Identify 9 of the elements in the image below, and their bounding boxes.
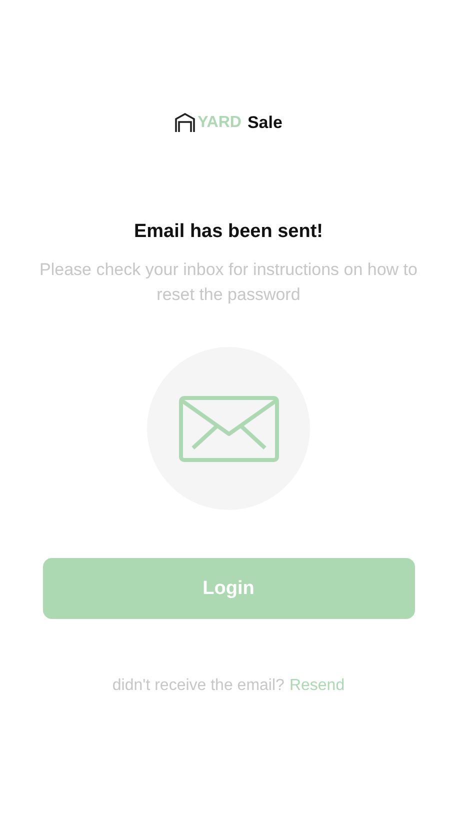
login-button[interactable]: Login [42,558,414,619]
page-title: Email has been sent! [134,221,323,243]
logo-brand: YARD [198,114,242,132]
envelope-icon [178,396,278,462]
footer-text: didn't receive the email? [112,677,284,695]
resend-link[interactable]: Resend [289,677,345,695]
instruction-text: Please check your inbox for instructions on how to reset the password [38,259,418,306]
logo-word: Sale [247,113,282,133]
garage-icon [174,113,195,133]
